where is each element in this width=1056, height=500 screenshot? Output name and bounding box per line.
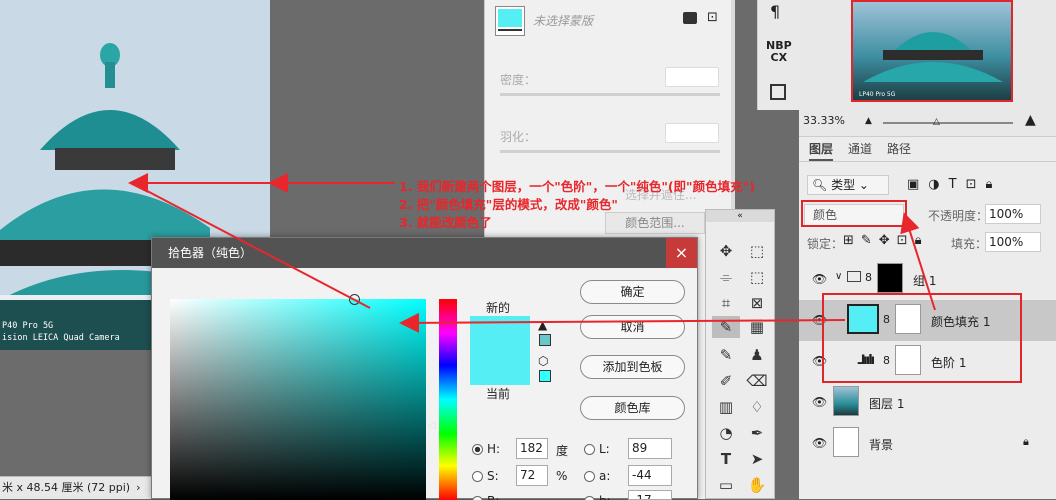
arrow-from-picker [131,182,371,309]
arrow-to-blend [900,212,936,311]
arrow-to-field [399,312,846,333]
annotation-arrows [128,173,936,333]
